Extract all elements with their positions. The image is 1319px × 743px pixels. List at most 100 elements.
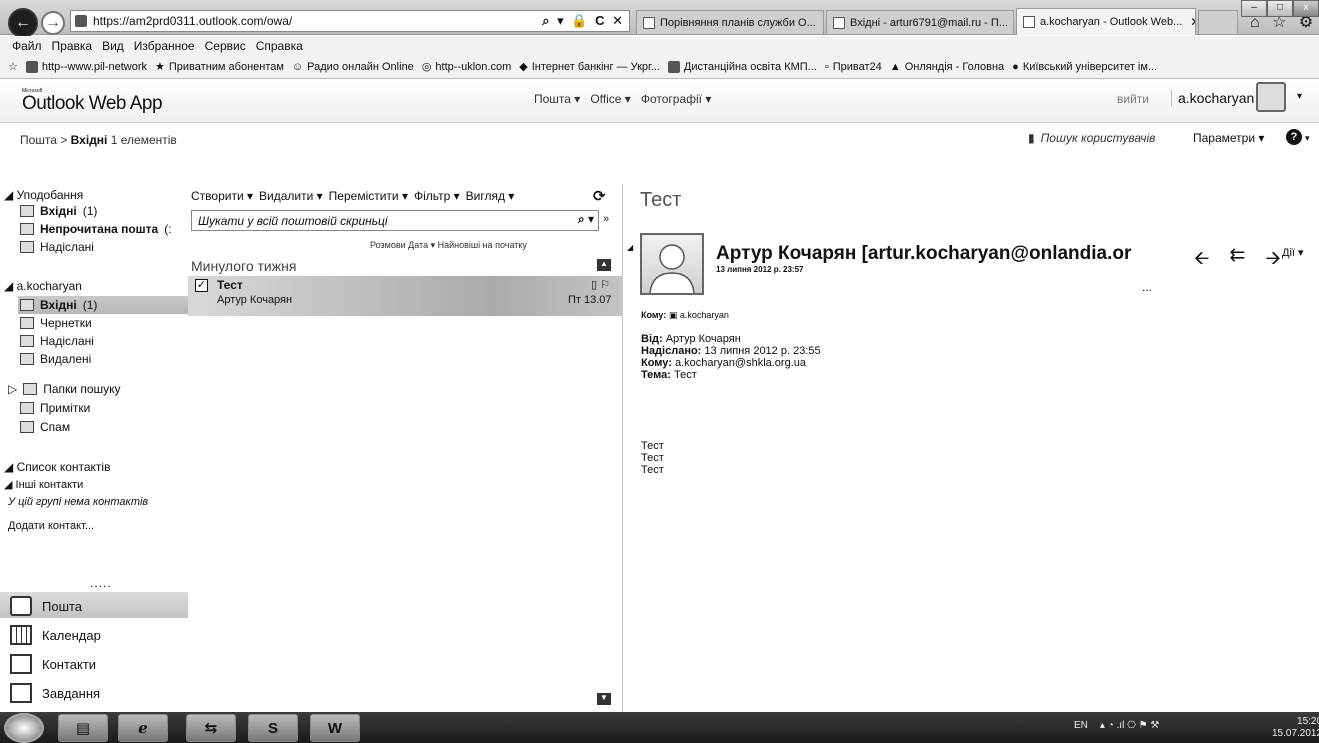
nav-office[interactable]: Office ▾ [590,92,630,106]
favorite-link[interactable]: ▫ Приват24 [825,61,882,73]
nav-calendar-module[interactable]: Календар [10,625,101,645]
help-icon[interactable]: ? [1286,129,1302,145]
folder-unread[interactable]: Непрочитана пошта (: [20,222,172,236]
forward-button[interactable]: → [41,11,65,35]
nav-tasks-module[interactable]: Завдання [10,683,100,703]
view-button[interactable]: Вигляд ▾ [466,189,515,203]
favorite-link[interactable]: http--www.pil-network [25,60,147,73]
contacts-header[interactable]: ◢ Список контактів [4,460,110,474]
collapse-header-icon[interactable]: ◢ [627,243,633,252]
ie-taskbar-icon[interactable]: ℯ [118,714,168,742]
menu-tools[interactable]: Сервис [205,39,246,53]
sent-time: 13 липня 2012 р. 23:57 [716,265,804,274]
chevron-down-icon[interactable]: ▾ [1297,91,1302,102]
to-recipient[interactable]: a.kocharyan [680,310,729,320]
flag-icon[interactable]: ▯ ⚐ [591,278,610,291]
pane-divider[interactable] [622,184,623,712]
folder-drafts[interactable]: Чернетки [20,316,92,330]
nav-mail-module[interactable]: Пошта [10,596,82,616]
move-button[interactable]: Перемістити ▾ [329,189,408,203]
more-icon[interactable]: ... [1142,280,1152,294]
options-menu[interactable]: Параметри ▾ [1193,131,1264,145]
username[interactable]: a.kocharyan [1171,90,1254,106]
add-contact-link[interactable]: Додати контакт... [8,520,94,532]
folder-inbox[interactable]: Вхідні (1) [18,296,188,314]
menu-help[interactable]: Справка [256,39,303,53]
favorite-link[interactable]: ★ Приватним абонентам [155,60,284,74]
other-contacts-header[interactable]: ◢ Інші контакти [4,478,83,491]
address-bar[interactable]: https://am2prd0311.outlook.com/owa/ ⌕ ▾ … [70,10,630,32]
signout-link[interactable]: вийти [1117,92,1149,106]
scroll-down-button[interactable]: ▼ [597,693,611,705]
favorite-link[interactable]: ◎ http--uklon.com [422,60,511,74]
favorites-header[interactable]: ◢ Уподобання [4,188,83,202]
chevron-down-icon[interactable]: ▾ [1305,133,1310,144]
filter-button[interactable]: Фільтр ▾ [414,189,460,203]
new-button[interactable]: Створити ▾ [191,189,253,203]
nav-mail[interactable]: Пошта ▾ [534,92,580,106]
refresh-icon[interactable]: ⟳ [593,187,606,205]
tray-icons[interactable]: ▴ ◔ .ıl ⎔ ⚑ ⚒ [1100,720,1159,731]
favorite-link[interactable]: Дистанційна освіта КМП... [667,60,817,73]
scroll-up-button[interactable]: ▲ [597,259,611,271]
folder-junk[interactable]: Спам [20,420,70,434]
avatar[interactable] [1256,82,1286,112]
address-tools[interactable]: ⌕ ▾ 🔒 C ✕ [542,13,625,29]
folder-deleted[interactable]: Видалені [20,352,91,366]
find-people[interactable]: ▮ Пошук користувачів [1028,131,1155,145]
word-taskbar-icon[interactable]: W [310,714,360,742]
favorites-star-icon[interactable]: ☆ [8,60,18,73]
favorite-link[interactable]: ● Київський університет ім... [1012,61,1157,73]
expand-icon: ▷ [8,382,18,396]
app-taskbar-icon[interactable]: ⇆ [186,714,236,742]
message-checkbox[interactable]: ✓ [195,279,208,292]
menu-file[interactable]: Файл [12,39,42,53]
new-tab-button[interactable] [1198,10,1238,34]
folder-sent-favorite[interactable]: Надіслані [20,240,94,254]
delete-button[interactable]: Видалити ▾ [259,189,323,203]
account-header[interactable]: ◢ a.kocharyan [4,279,82,293]
maximize-button[interactable]: □ [1267,0,1293,17]
search-input[interactable]: Шукати у всій поштовій скриньці ⌕ ▾ [191,210,599,231]
breadcrumb-root[interactable]: Пошта [20,133,57,147]
reply-icon[interactable]: 🡨 [1194,244,1209,276]
tab-label: a.kocharyan - Outlook Web... [1040,16,1183,28]
menu-edit[interactable]: Правка [52,39,93,53]
skype-taskbar-icon[interactable]: S [248,714,298,742]
folder-sent[interactable]: Надіслані [20,334,94,348]
back-button[interactable]: ← [8,8,38,38]
address-url[interactable]: https://am2prd0311.outlook.com/owa/ [93,14,292,28]
minimize-button[interactable]: – [1241,0,1267,17]
explorer-taskbar-icon[interactable]: ▤ [58,714,108,742]
folder-search-folders[interactable]: ▷ Папки пошуку [8,382,121,396]
menu-favorites[interactable]: Избранное [134,39,195,53]
pane-resize-handle[interactable]: ..... [90,576,112,590]
nav-photos[interactable]: Фотографії ▾ [641,92,712,106]
favorite-link[interactable]: ☺ Радио онлайн Online [292,61,414,73]
search-icon[interactable]: ⌕ ▾ [578,212,594,227]
close-window-button[interactable]: x [1293,0,1319,17]
favorite-link[interactable]: ▲ Онляндія - Головна [890,61,1004,73]
tab-plans[interactable]: Порівняння планів служби О... [636,10,824,34]
clock[interactable]: 15:20 15.07.2012 [1272,716,1319,740]
tab-owa[interactable]: a.kocharyan - Outlook Web... ✕ [1016,8,1196,35]
folder-inbox-favorite[interactable]: Вхідні (1) [20,204,97,218]
message-subject[interactable]: Тест [217,278,243,292]
tab-close-icon[interactable]: ✕ [1190,15,1195,29]
actions-menu[interactable]: Дії ▾ [1282,246,1304,259]
favorite-link[interactable]: ◆ Інтернет банкінг — Укрг... [519,60,660,74]
sender-name[interactable]: Артур Кочарян [artur.kocharyan@onlandia.… [716,243,1131,265]
language-indicator[interactable]: EN [1074,720,1088,731]
menu-view[interactable]: Вид [102,39,124,53]
find-people-label: Пошук користувачів [1040,131,1156,145]
mountain-icon: ▲ [889,60,901,73]
folder-notes[interactable]: Примітки [20,401,90,415]
nav-contacts-module[interactable]: Контакти [10,654,96,674]
forward-icon[interactable]: 🡪 [1265,244,1280,276]
favorites-bar: ☆ http--www.pil-network ★ Приватним абоне… [0,55,1319,79]
sort-options[interactable]: Розмови Дата ▾ Найновіші на початку [370,240,527,251]
tab-mailru[interactable]: Вхідні - artur6791@mail.ru - П... [826,10,1014,34]
reply-all-icon[interactable]: ⇇ [1229,244,1245,276]
start-button[interactable] [4,713,44,743]
collapse-icon[interactable]: » [603,213,609,225]
